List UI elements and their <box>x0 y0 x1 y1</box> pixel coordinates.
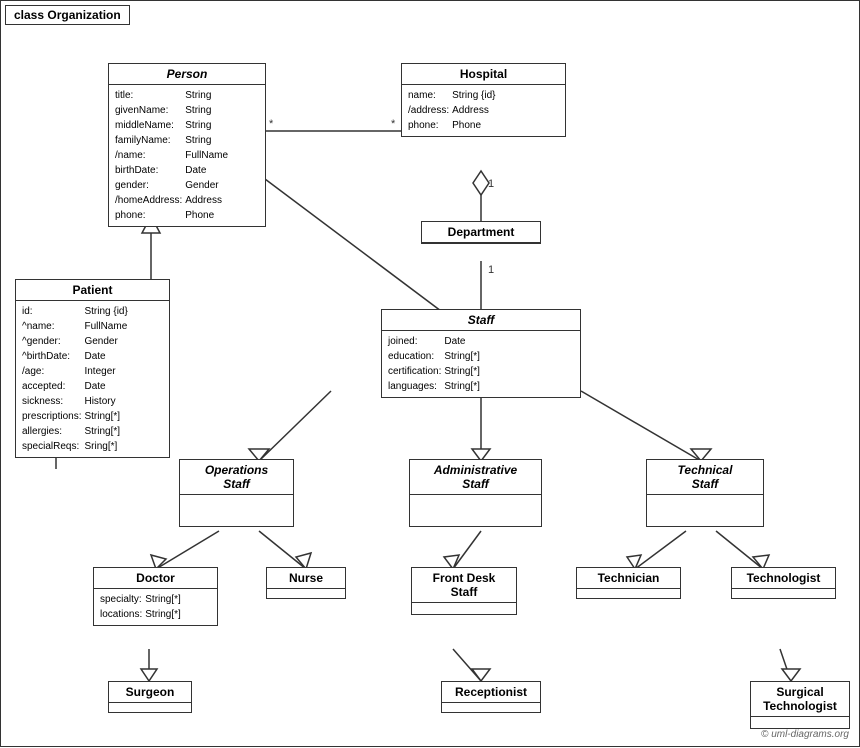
copyright: © uml-diagrams.org <box>761 729 849 740</box>
class-technologist: Technologist <box>731 567 836 599</box>
class-doctor: Doctor specialty:String[*] locations:Str… <box>93 567 218 626</box>
class-surgical-technologist-name: Surgical Technologist <box>751 682 849 717</box>
class-front-desk-staff-name: Front Desk Staff <box>412 568 516 603</box>
class-doctor-name: Doctor <box>94 568 217 589</box>
class-hospital-attrs: name:String {id} /address:Address phone:… <box>402 85 565 136</box>
class-staff: Staff joined:Date education:String[*] ce… <box>381 309 581 398</box>
class-person: Person title:String givenName:String mid… <box>108 63 266 227</box>
diagram-title: class Organization <box>5 5 130 25</box>
svg-text:*: * <box>269 118 274 130</box>
svg-text:1: 1 <box>488 178 494 190</box>
class-staff-name: Staff <box>382 310 580 331</box>
class-operations-staff-name: Operations Staff <box>180 460 293 495</box>
class-department-name: Department <box>422 222 540 243</box>
class-surgical-technologist: Surgical Technologist <box>750 681 850 729</box>
svg-text:*: * <box>391 118 396 130</box>
class-technician-name: Technician <box>577 568 680 589</box>
class-front-desk-staff: Front Desk Staff <box>411 567 517 615</box>
class-technical-staff-name: Technical Staff <box>647 460 763 495</box>
diagram-container: class Organization * * 1 * 1 * * <box>0 0 860 747</box>
class-administrative-staff-name: Administrative Staff <box>410 460 541 495</box>
class-surgeon: Surgeon <box>108 681 192 713</box>
svg-text:1: 1 <box>488 264 494 276</box>
class-technician: Technician <box>576 567 681 599</box>
class-operations-staff: Operations Staff <box>179 459 294 527</box>
class-patient: Patient id:String {id} ^name:FullName ^g… <box>15 279 170 458</box>
class-doctor-attrs: specialty:String[*] locations:String[*] <box>94 589 217 625</box>
class-nurse: Nurse <box>266 567 346 599</box>
class-person-attrs: title:String givenName:String middleName… <box>109 85 265 226</box>
class-surgeon-name: Surgeon <box>109 682 191 703</box>
class-technologist-name: Technologist <box>732 568 835 589</box>
class-receptionist-name: Receptionist <box>442 682 540 703</box>
class-nurse-name: Nurse <box>267 568 345 589</box>
class-administrative-staff: Administrative Staff <box>409 459 542 527</box>
class-department: Department <box>421 221 541 244</box>
class-hospital: Hospital name:String {id} /address:Addre… <box>401 63 566 137</box>
class-person-name: Person <box>109 64 265 85</box>
class-patient-attrs: id:String {id} ^name:FullName ^gender:Ge… <box>16 301 169 457</box>
class-patient-name: Patient <box>16 280 169 301</box>
class-receptionist: Receptionist <box>441 681 541 713</box>
class-hospital-name: Hospital <box>402 64 565 85</box>
class-technical-staff: Technical Staff <box>646 459 764 527</box>
class-staff-attrs: joined:Date education:String[*] certific… <box>382 331 580 397</box>
